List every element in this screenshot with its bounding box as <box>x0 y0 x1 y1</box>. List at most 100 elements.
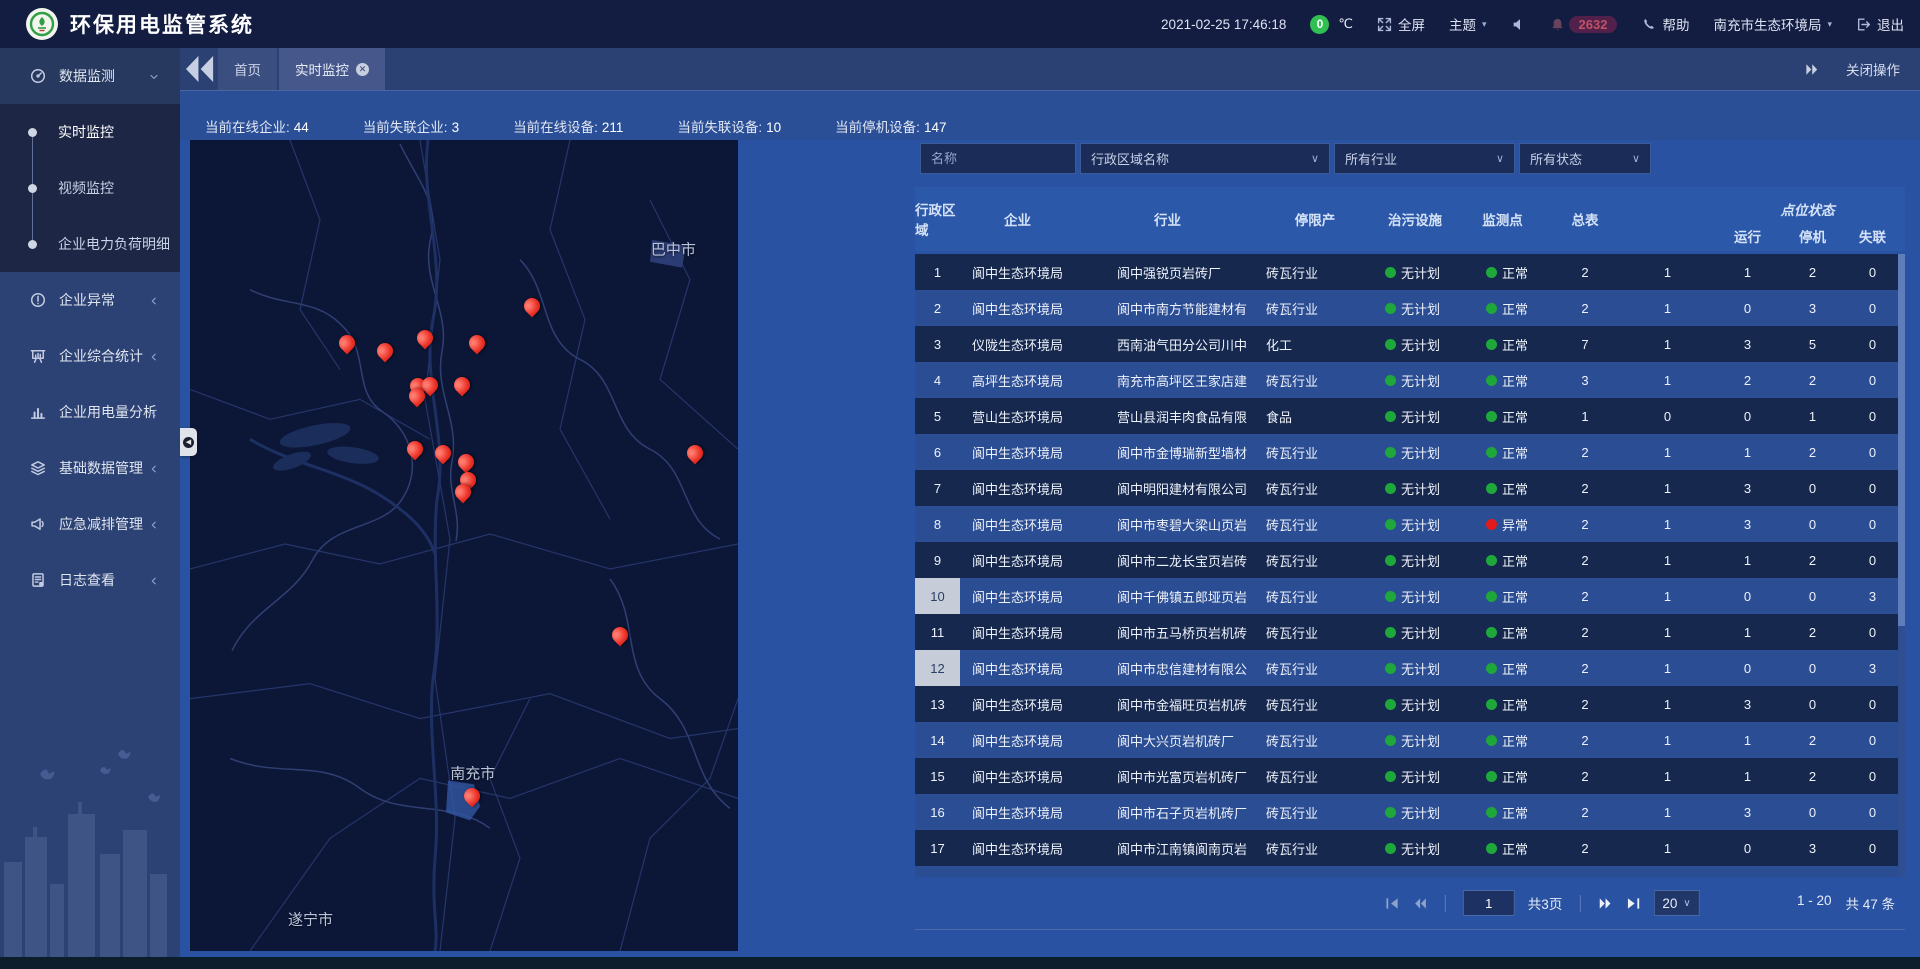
cell-monitor-count: 2 <box>1545 301 1625 316</box>
table-row-3[interactable]: 3仪陇生态环境局西南油气田分公司川中化工无计划正常71350 <box>915 326 1905 362</box>
sidebar-item-0[interactable]: 数据监测 <box>0 48 180 104</box>
table-row-4[interactable]: 4高坪生态环境局南充市高坪区王家店建砖瓦行业无计划正常31220 <box>915 362 1905 398</box>
sidebar-item-3[interactable]: 企业用电量分析 <box>0 384 180 440</box>
tab-label: 实时监控 <box>295 59 349 79</box>
prev-page-button[interactable] <box>1413 897 1428 910</box>
sidebar-item-2[interactable]: 企业综合统计 <box>0 328 180 384</box>
map-pin-10[interactable] <box>435 442 451 464</box>
table-row-10[interactable]: 10阆中生态环境局阆中千佛镇五郎垭页岩砖瓦行业无计划正常21003 <box>915 578 1905 614</box>
cell-monitor-count: 2 <box>1545 481 1625 496</box>
sidebar-subitem-2[interactable]: 企业电力负荷明细 <box>0 216 180 272</box>
next-page-button[interactable] <box>1597 897 1612 910</box>
name-filter-input[interactable] <box>920 143 1076 174</box>
theme-menu[interactable]: 主题▾ <box>1449 14 1487 34</box>
map-collapse-handle[interactable]: ◀ <box>180 428 197 456</box>
table-row-5[interactable]: 5营山生态环境局营山县润丰肉食品有限食品无计划正常10010 <box>915 398 1905 434</box>
map-pin-1[interactable] <box>417 327 433 349</box>
map-pin-13[interactable] <box>455 481 471 503</box>
col-group-point-status: 点位状态 <box>1781 199 1835 221</box>
table-row-1[interactable]: 1阆中生态环境局阆中强锐页岩砖厂砖瓦行业无计划正常21120 <box>915 254 1905 290</box>
map-pin-15[interactable] <box>612 624 628 646</box>
cell-region: 仪陇生态环境局 <box>960 335 1075 354</box>
logout-button[interactable]: 退出 <box>1856 14 1904 34</box>
map-pin-0[interactable] <box>524 295 540 317</box>
status-dot-icon <box>1486 555 1497 566</box>
table-row-7[interactable]: 7阆中生态环境局阆中明阳建材有限公司砖瓦行业无计划正常21300 <box>915 470 1905 506</box>
mute-button[interactable] <box>1511 17 1526 32</box>
map-pin-8[interactable] <box>409 385 425 407</box>
status-dot-icon <box>1486 375 1497 386</box>
divider <box>1445 895 1446 912</box>
caret-down-icon: ▾ <box>1827 19 1832 30</box>
sidebar-item-1[interactable]: 企业异常 <box>0 272 180 328</box>
notifications[interactable]: 2632 <box>1550 16 1618 33</box>
first-page-button[interactable] <box>1385 897 1400 910</box>
table-row-14[interactable]: 14阆中生态环境局阆中大兴页岩机砖厂砖瓦行业无计划正常21120 <box>915 722 1905 758</box>
col-header-company: 企业 <box>1004 209 1031 229</box>
status-dot-icon <box>1385 663 1396 674</box>
table-row-9[interactable]: 9阆中生态环境局阆中市二龙长宝页岩砖砖瓦行业无计划正常21120 <box>915 542 1905 578</box>
chevron-left-icon <box>148 350 160 362</box>
table-row-8[interactable]: 8阆中生态环境局阆中市枣碧大梁山页岩砖瓦行业无计划异常21300 <box>915 506 1905 542</box>
scrollbar-thumb[interactable] <box>1898 254 1905 626</box>
status-dot-icon <box>1486 267 1497 278</box>
stat-value: 44 <box>294 120 309 135</box>
status-filter-select[interactable]: 所有状态∨ <box>1519 143 1651 174</box>
location-pin-icon <box>609 624 632 647</box>
sidebar-item-4[interactable]: 基础数据管理 <box>0 440 180 496</box>
industry-filter-select[interactable]: 所有行业∨ <box>1334 143 1515 174</box>
table-row-13[interactable]: 13阆中生态环境局阆中市金福旺页岩机砖砖瓦行业无计划正常21300 <box>915 686 1905 722</box>
col-header-monitor: 监测点 <box>1482 209 1523 229</box>
sidebar-item-6[interactable]: 日志查看 <box>0 552 180 608</box>
sidebar-decoration <box>0 742 180 957</box>
sidebar-subitem-0[interactable]: 实时监控 <box>0 104 180 160</box>
cell-row-number: 5 <box>915 398 960 434</box>
cell-row-number: 12 <box>915 650 960 686</box>
logout-icon <box>1856 17 1871 32</box>
cell-industry: 砖瓦行业 <box>1260 767 1370 786</box>
region-filter-select[interactable]: 行政区域名称∨ <box>1080 143 1330 174</box>
table-row-2[interactable]: 2阆中生态环境局阆中市南方节能建材有砖瓦行业无计划正常21030 <box>915 290 1905 326</box>
org-menu[interactable]: 南充市生态环境局▾ <box>1713 14 1832 34</box>
map-pin-3[interactable] <box>377 340 393 362</box>
map-panel[interactable]: 巴中市南充市遂宁市 <box>190 140 738 951</box>
tabs-scroll-right-button[interactable] <box>1804 63 1820 76</box>
map-pin-16[interactable] <box>464 785 480 807</box>
table-row-12[interactable]: 12阆中生态环境局阆中市忠信建材有限公砖瓦行业无计划正常21003 <box>915 650 1905 686</box>
sidebar-subitem-label: 视频监控 <box>58 178 114 198</box>
map-pin-4[interactable] <box>469 332 485 354</box>
status-dot-icon <box>1486 627 1497 638</box>
chevron-left-icon <box>148 294 160 306</box>
tab-0[interactable]: 首页 <box>218 48 277 90</box>
tab-1[interactable]: 实时监控 ✕ <box>279 48 385 90</box>
last-page-button[interactable] <box>1625 897 1640 910</box>
location-pin-icon <box>404 437 427 460</box>
close-operations-button[interactable]: 关闭操作 <box>1846 59 1900 79</box>
map-roads <box>190 140 738 951</box>
map-pin-14[interactable] <box>687 442 703 464</box>
table-row-11[interactable]: 11阆中生态环境局阆中市五马桥页岩机砖砖瓦行业无计划正常21120 <box>915 614 1905 650</box>
map-pin-7[interactable] <box>454 374 470 396</box>
cell-company: 阆中强锐页岩砖厂 <box>1075 263 1260 282</box>
page-number-input[interactable] <box>1463 890 1515 916</box>
cell-limit-status: 无计划 <box>1370 551 1460 570</box>
tabs-scroll-left-button[interactable] <box>180 48 218 90</box>
map-pin-9[interactable] <box>407 438 423 460</box>
cell-run-count: 3 <box>1710 697 1785 712</box>
cell-facility-status: 正常 <box>1460 659 1545 678</box>
table-row-16[interactable]: 16阆中生态环境局阆中市石子页岩机砖厂砖瓦行业无计划正常21300 <box>915 794 1905 830</box>
help-button[interactable]: 帮助 <box>1641 14 1689 34</box>
fullscreen-button[interactable]: 全屏 <box>1377 14 1425 34</box>
sidebar-subitem-1[interactable]: 视频监控 <box>0 160 180 216</box>
table-row-6[interactable]: 6阆中生态环境局阆中市金博瑞新型墙材砖瓦行业无计划正常21120 <box>915 434 1905 470</box>
cell-monitor-count: 2 <box>1545 769 1625 784</box>
page-size-select[interactable]: 20∨ <box>1653 890 1699 916</box>
cell-monitor-count: 2 <box>1545 517 1625 532</box>
cell-industry: 化工 <box>1260 335 1370 354</box>
sidebar-item-5[interactable]: 应急减排管理 <box>0 496 180 552</box>
map-pin-2[interactable] <box>339 332 355 354</box>
table-row-17[interactable]: 17阆中生态环境局阆中市江南镇阆南页岩砖瓦行业无计划正常21030 <box>915 830 1905 866</box>
cell-facility-status: 正常 <box>1460 335 1545 354</box>
table-row-15[interactable]: 15阆中生态环境局阆中市光富页岩机砖厂砖瓦行业无计划正常21120 <box>915 758 1905 794</box>
close-icon[interactable]: ✕ <box>356 63 369 76</box>
